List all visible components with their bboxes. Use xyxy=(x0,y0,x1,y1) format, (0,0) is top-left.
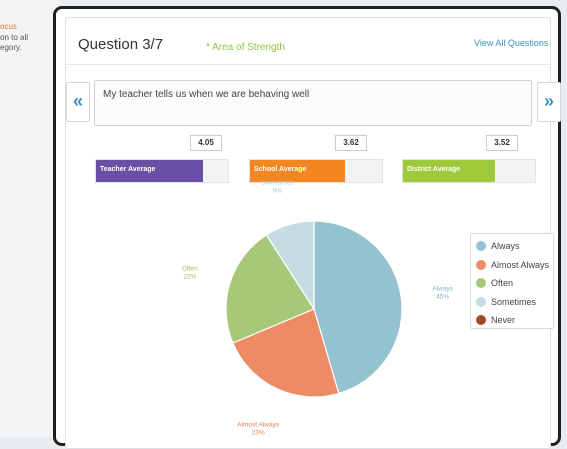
pie-label-often: Often 22% xyxy=(182,265,198,280)
legend-item-often: Often xyxy=(476,274,553,293)
pie-label-sometimes: Sometimes 9% xyxy=(261,179,294,194)
legend-item-never: Never xyxy=(476,311,553,330)
legend-label: Never xyxy=(491,315,516,326)
legend-swatch xyxy=(476,296,486,307)
legend-label: Sometimes xyxy=(491,296,537,307)
legend-item-sometimes: Sometimes xyxy=(476,293,553,312)
background-text: on to all xyxy=(0,33,29,42)
background-sidebar: ocus on to all egory. xyxy=(0,0,60,438)
legend-swatch xyxy=(476,259,486,270)
legend-label: Almost Always xyxy=(491,259,550,270)
pie-label-almost-always: Almost Always 23% xyxy=(237,421,280,436)
background-text: ocus xyxy=(0,22,17,31)
legend-item-always: Always xyxy=(476,237,553,256)
legend-label: Often xyxy=(491,278,514,289)
chart-legend: Always Almost Always Often Sometimes Never xyxy=(470,233,554,329)
legend-swatch xyxy=(476,278,486,289)
legend-swatch xyxy=(476,241,486,252)
legend-swatch xyxy=(476,315,486,326)
legend-item-almost-always: Almost Always xyxy=(476,256,553,275)
pie-label-always: Always 45% xyxy=(432,285,453,300)
background-text: egory. xyxy=(0,43,22,52)
legend-label: Always xyxy=(491,241,520,252)
question-panel: Question 3/7 * Area of Strength View All… xyxy=(65,17,561,449)
question-modal: Question 3/7 * Area of Strength View All… xyxy=(53,6,561,449)
